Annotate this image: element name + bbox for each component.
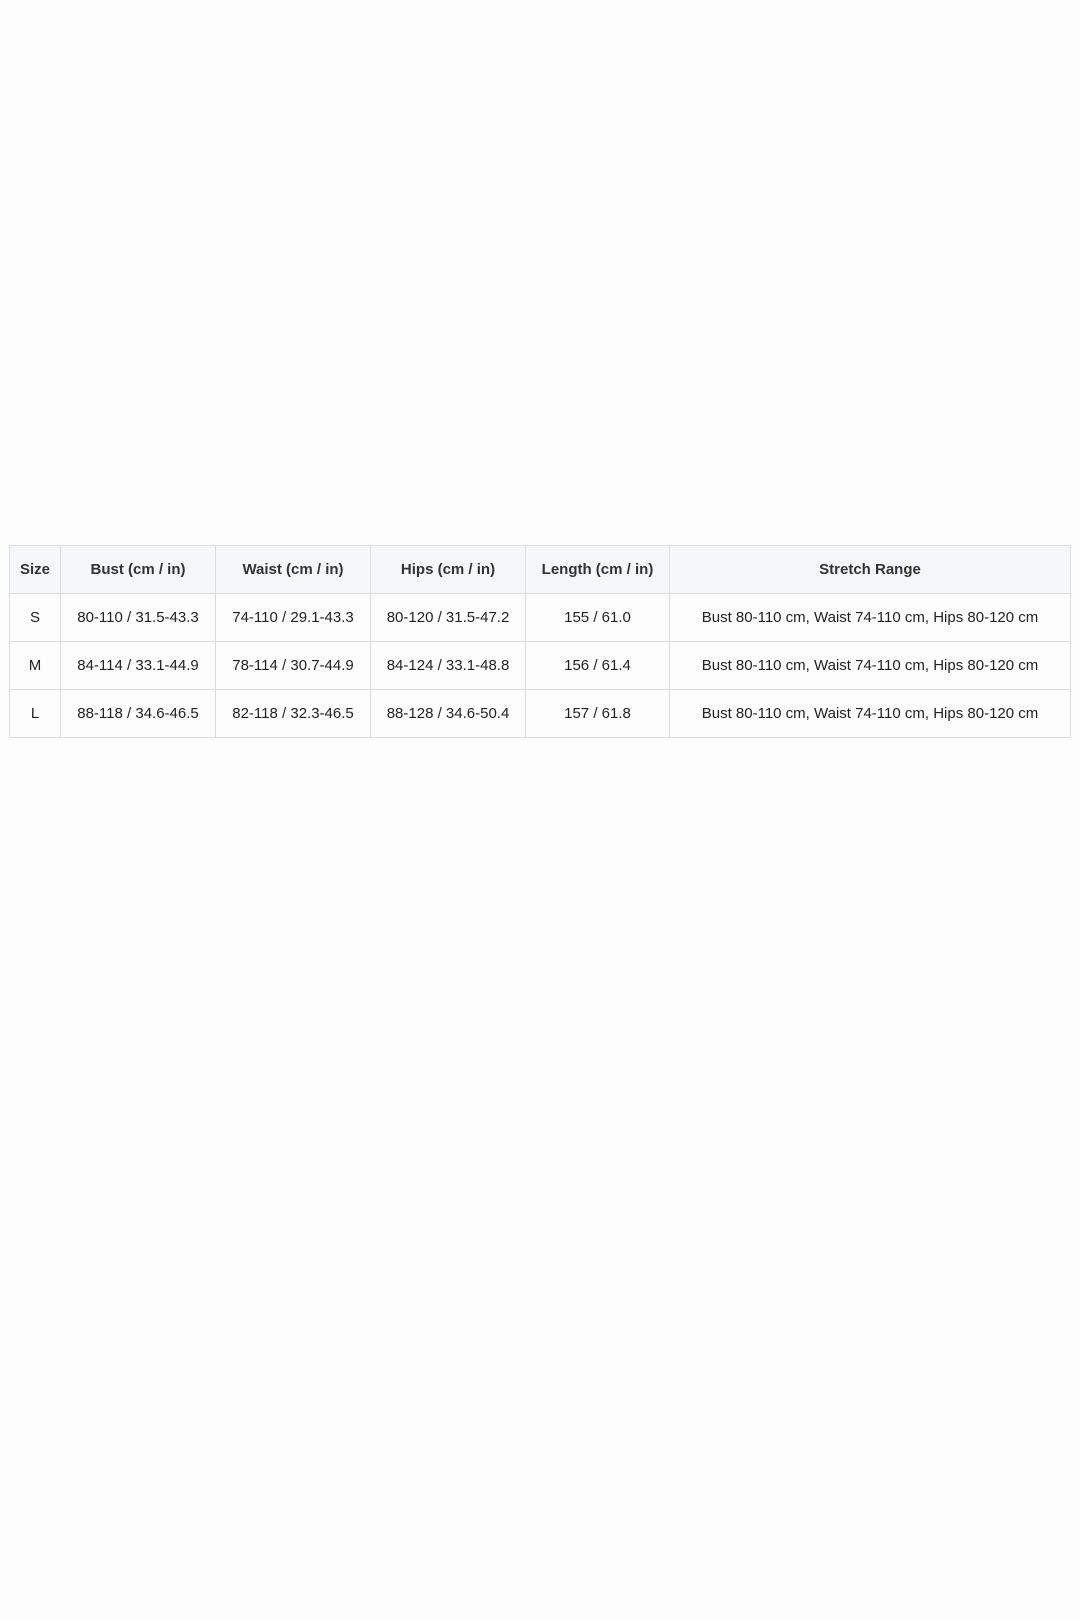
- header-length: Length (cm / in): [525, 545, 670, 594]
- cell-stretch-range: Bust 80-110 cm, Waist 74-110 cm, Hips 80…: [669, 641, 1071, 690]
- cell-waist: 74-110 / 29.1-43.3: [215, 593, 371, 642]
- cell-bust: 80-110 / 31.5-43.3: [60, 593, 216, 642]
- cell-size: L: [9, 689, 61, 738]
- cell-size: M: [9, 641, 61, 690]
- size-chart-header: Size Bust (cm / in) Waist (cm / in) Hips…: [9, 545, 1071, 594]
- header-row: Size Bust (cm / in) Waist (cm / in) Hips…: [9, 545, 1071, 594]
- cell-stretch-range: Bust 80-110 cm, Waist 74-110 cm, Hips 80…: [669, 593, 1071, 642]
- cell-stretch-range: Bust 80-110 cm, Waist 74-110 cm, Hips 80…: [669, 689, 1071, 738]
- table-row: M 84-114 / 33.1-44.9 78-114 / 30.7-44.9 …: [9, 641, 1071, 690]
- cell-length: 156 / 61.4: [525, 641, 670, 690]
- header-bust: Bust (cm / in): [60, 545, 216, 594]
- cell-waist: 82-118 / 32.3-46.5: [215, 689, 371, 738]
- cell-hips: 84-124 / 33.1-48.8: [370, 641, 526, 690]
- table-row: S 80-110 / 31.5-43.3 74-110 / 29.1-43.3 …: [9, 593, 1071, 642]
- table-row: L 88-118 / 34.6-46.5 82-118 / 32.3-46.5 …: [9, 689, 1071, 738]
- header-size: Size: [9, 545, 61, 594]
- cell-hips: 80-120 / 31.5-47.2: [370, 593, 526, 642]
- cell-hips: 88-128 / 34.6-50.4: [370, 689, 526, 738]
- size-chart-body: S 80-110 / 31.5-43.3 74-110 / 29.1-43.3 …: [9, 593, 1071, 738]
- cell-bust: 84-114 / 33.1-44.9: [60, 641, 216, 690]
- cell-length: 157 / 61.8: [525, 689, 670, 738]
- header-stretch-range: Stretch Range: [669, 545, 1071, 594]
- header-hips: Hips (cm / in): [370, 545, 526, 594]
- cell-bust: 88-118 / 34.6-46.5: [60, 689, 216, 738]
- header-waist: Waist (cm / in): [215, 545, 371, 594]
- cell-length: 155 / 61.0: [525, 593, 670, 642]
- cell-waist: 78-114 / 30.7-44.9: [215, 641, 371, 690]
- size-chart-table: Size Bust (cm / in) Waist (cm / in) Hips…: [9, 545, 1071, 738]
- cell-size: S: [9, 593, 61, 642]
